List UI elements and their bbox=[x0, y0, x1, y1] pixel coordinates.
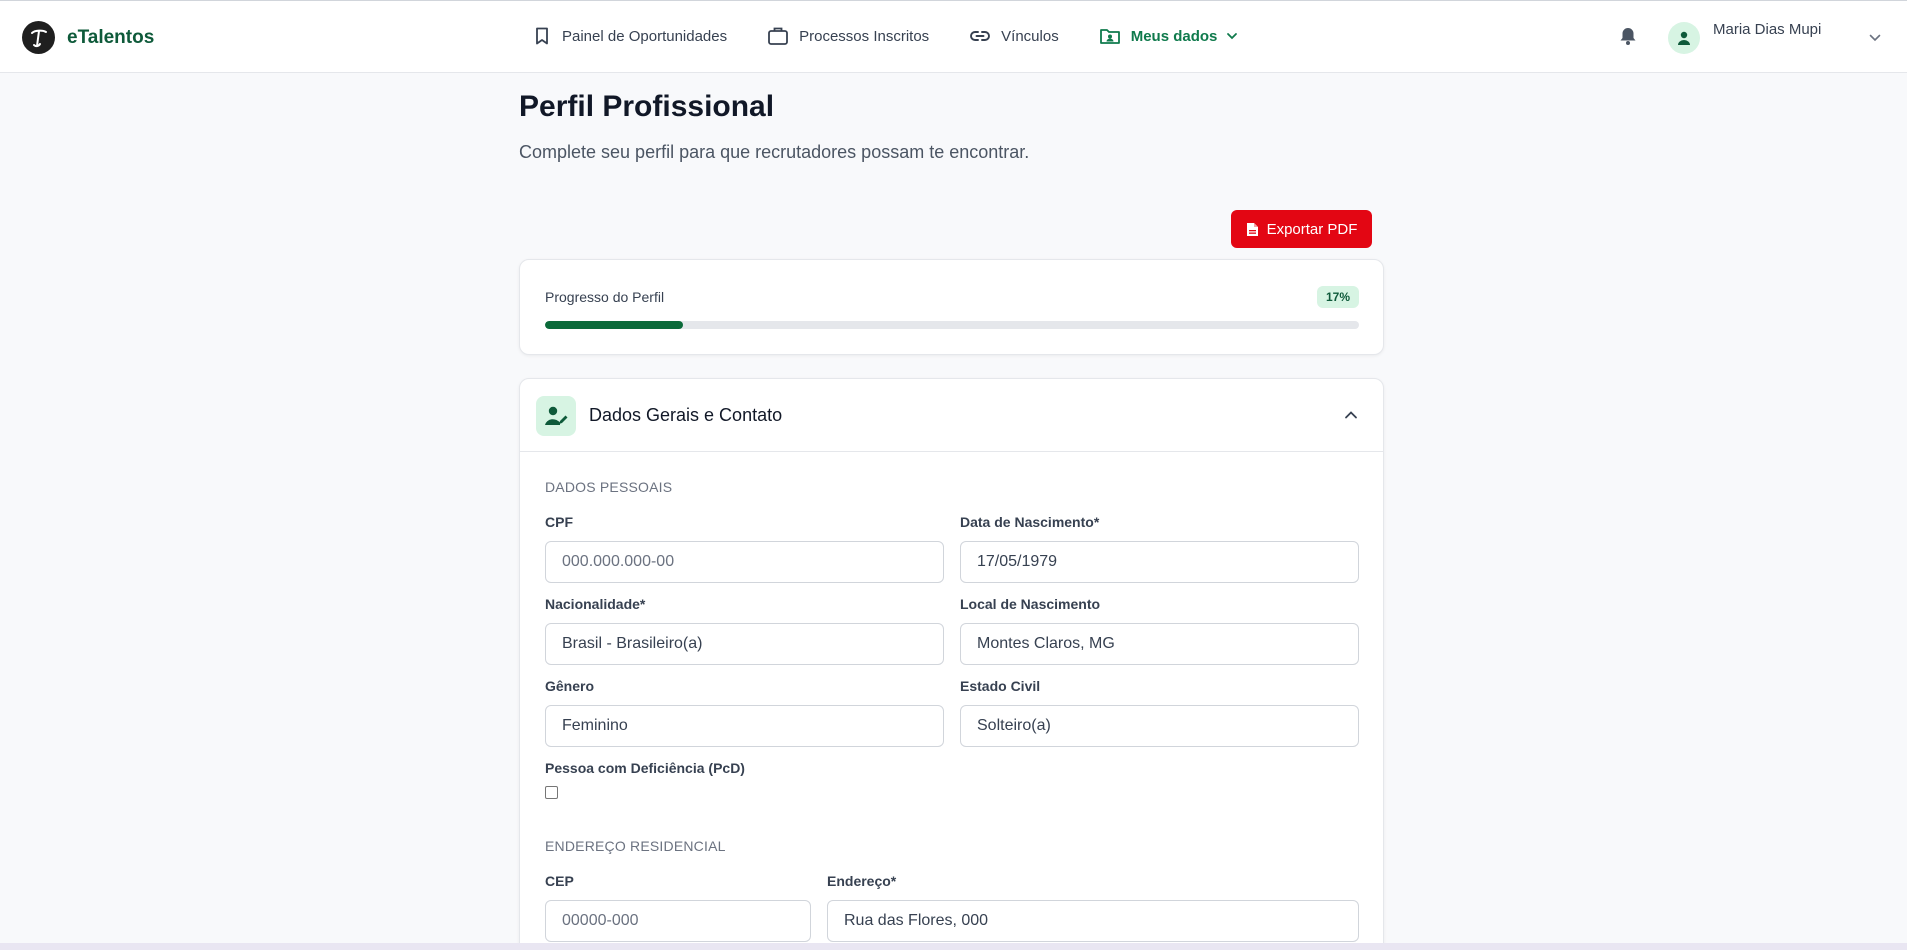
street-address-label: Endereço* bbox=[827, 873, 897, 889]
user-edit-icon bbox=[536, 396, 576, 436]
top-navbar: eTalentos Painel de Oportunidades Proces… bbox=[0, 0, 1907, 73]
window-bottom-edge bbox=[0, 943, 1907, 950]
cep-label: CEP bbox=[545, 873, 574, 889]
notifications-bell-icon[interactable] bbox=[1619, 26, 1637, 51]
street-address-input[interactable] bbox=[827, 900, 1359, 942]
chevron-down-icon bbox=[1227, 33, 1238, 40]
brand-logo-icon bbox=[22, 21, 55, 54]
gender-input[interactable] bbox=[545, 705, 944, 747]
export-pdf-button[interactable]: Exportar PDF bbox=[1231, 210, 1372, 248]
bookmark-icon bbox=[536, 27, 548, 45]
birth-date-label: Data de Nascimento* bbox=[960, 514, 1100, 530]
folder-user-icon bbox=[1099, 29, 1120, 44]
progress-fill bbox=[545, 321, 684, 329]
section-title: Dados Gerais e Contato bbox=[589, 405, 783, 425]
nav-processos-inscritos[interactable]: Processos Inscritos bbox=[767, 26, 929, 46]
general-data-section: Dados Gerais e Contato DADOS PESSOAIS CP… bbox=[519, 378, 1384, 950]
nationality-label: Nacionalidade* bbox=[545, 596, 646, 612]
user-menu[interactable]: Maria Dias Mupi bbox=[1668, 21, 1821, 54]
birthplace-input[interactable] bbox=[960, 623, 1359, 665]
cep-input[interactable] bbox=[545, 900, 811, 942]
user-name: Maria Dias Mupi bbox=[1713, 21, 1822, 38]
cpf-label: CPF bbox=[545, 514, 573, 530]
brand[interactable]: eTalentos bbox=[22, 21, 154, 54]
user-icon bbox=[1678, 31, 1690, 45]
section-header[interactable]: Dados Gerais e Contato bbox=[520, 379, 1383, 452]
main-nav: Painel de Oportunidades Processos Inscri… bbox=[532, 26, 1279, 46]
nav-label: Processos Inscritos bbox=[799, 27, 930, 45]
user-menu-chevron-down-icon[interactable] bbox=[1868, 31, 1882, 50]
progress-percent-badge: 17% bbox=[1316, 286, 1359, 308]
birthplace-label: Local de Nascimento bbox=[960, 596, 1101, 612]
export-pdf-label: Exportar PDF bbox=[1266, 220, 1358, 238]
birth-date-input[interactable] bbox=[960, 541, 1359, 583]
pcd-label: Pessoa com Deficiência (PcD) bbox=[545, 760, 745, 776]
profile-progress-card: Progresso do Perfil 17% bbox=[519, 259, 1384, 355]
gender-label: Gênero bbox=[545, 678, 595, 694]
avatar bbox=[1668, 22, 1700, 54]
nationality-input[interactable] bbox=[545, 623, 944, 665]
nav-meus-dados[interactable]: Meus dados bbox=[1099, 26, 1240, 46]
pcd-checkbox[interactable] bbox=[545, 786, 558, 799]
cpf-input[interactable] bbox=[545, 541, 944, 583]
nav-label: Vínculos bbox=[1001, 27, 1059, 45]
nav-painel-oportunidades[interactable]: Painel de Oportunidades bbox=[532, 26, 727, 46]
progress-label: Progresso do Perfil bbox=[545, 289, 665, 305]
marital-status-input[interactable] bbox=[960, 705, 1359, 747]
nav-vinculos[interactable]: Vínculos bbox=[969, 26, 1059, 46]
link-icon bbox=[970, 31, 991, 41]
address-heading: ENDEREÇO RESIDENCIAL bbox=[545, 838, 726, 854]
page-title: Perfil Profissional bbox=[519, 90, 775, 123]
progress-track bbox=[545, 321, 1359, 329]
chevron-up-icon[interactable] bbox=[1343, 407, 1359, 423]
page-subtitle: Complete seu perfil para que recrutadore… bbox=[519, 142, 1030, 162]
nav-label: Meus dados bbox=[1130, 27, 1218, 45]
file-pdf-icon bbox=[1246, 222, 1258, 236]
marital-status-label: Estado Civil bbox=[960, 678, 1041, 694]
briefcase-icon bbox=[768, 27, 789, 45]
brand-name: eTalentos bbox=[67, 26, 155, 48]
nav-label: Painel de Oportunidades bbox=[562, 27, 728, 45]
personal-data-heading: DADOS PESSOAIS bbox=[545, 479, 673, 495]
